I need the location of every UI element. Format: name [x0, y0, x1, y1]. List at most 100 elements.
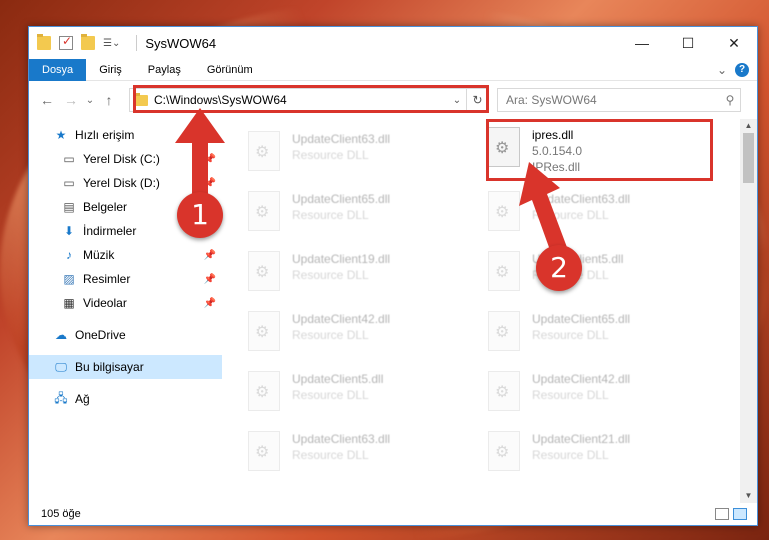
tiles-view-icon[interactable] — [733, 508, 747, 520]
window-controls: — ☐ ✕ — [619, 27, 757, 59]
window-title: SysWOW64 — [145, 35, 217, 51]
file-type: Resource DLL — [292, 208, 369, 222]
file-item[interactable]: UpdateClient42.dll Resource DLL — [248, 305, 480, 363]
tab-gorunum[interactable]: Görünüm — [194, 59, 266, 81]
search-icon[interactable]: ⚲ — [720, 93, 740, 107]
pictures-icon: ▨ — [63, 272, 75, 286]
item-count: 105 öğe — [41, 508, 81, 520]
sidebar-item-label: Yerel Disk (D:) — [83, 176, 160, 190]
close-button[interactable]: ✕ — [711, 27, 757, 59]
sidebar-item-label: Hızlı erişim — [75, 128, 135, 142]
minimize-button[interactable]: — — [619, 27, 665, 59]
sidebar-item-resimler[interactable]: ▨ Resimler 📌 — [29, 267, 222, 291]
dll-file-icon — [248, 431, 280, 471]
file-item[interactable]: UpdateClient42.dll Resource DLL — [488, 365, 720, 423]
file-type: Resource DLL — [292, 388, 369, 402]
file-type: Resource DLL — [532, 328, 609, 342]
content-area: ★ Hızlı erişim ▭ Yerel Disk (C:) 📌 ▭ Yer… — [29, 119, 757, 503]
file-name: UpdateClient42.dll — [292, 312, 391, 326]
file-item[interactable]: UpdateClient5.dll Resource DLL — [248, 365, 480, 423]
file-item[interactable]: UpdateClient21.dll Resource DLL — [488, 425, 720, 483]
search-placeholder: Ara: SysWOW64 — [506, 93, 597, 107]
sidebar-item-label: Müzik — [83, 248, 115, 262]
sidebar-item-this-pc[interactable]: 🖵 Bu bilgisayar — [29, 355, 222, 379]
dll-file-icon — [248, 131, 280, 171]
file-name: UpdateClient65.dll — [532, 312, 631, 326]
file-list: UpdateClient63.dll Resource DLL UpdateCli… — [222, 119, 757, 503]
sidebar-item-label: Videolar — [83, 296, 127, 310]
ribbon-tabs: Dosya Giriş Paylaş Görünüm ⌄ ? — [29, 58, 757, 81]
pin-icon: 📌 — [203, 273, 216, 285]
scroll-up-icon[interactable]: ▲ — [740, 119, 757, 133]
dll-file-icon — [488, 311, 520, 351]
file-item[interactable]: UpdateClient65.dll Resource DLL — [248, 185, 480, 243]
file-item[interactable]: UpdateClient65.dll Resource DLL — [488, 305, 720, 363]
forward-button[interactable]: → — [59, 92, 83, 108]
dll-file-icon — [248, 251, 280, 291]
vertical-scrollbar[interactable]: ▲ ▼ — [740, 119, 757, 503]
sidebar-item-label: Belgeler — [83, 200, 128, 214]
tab-giris[interactable]: Giriş — [86, 59, 135, 81]
file-type: Resource DLL — [292, 328, 369, 342]
scroll-down-icon[interactable]: ▼ — [740, 489, 757, 503]
sidebar-item-videolar[interactable]: ▦ Videolar 📌 — [29, 291, 222, 315]
scroll-thumb[interactable] — [743, 133, 754, 183]
tab-dosya[interactable]: Dosya — [29, 58, 87, 81]
file-name: UpdateClient65.dll — [292, 192, 391, 206]
maximize-button[interactable]: ☐ — [665, 27, 711, 59]
sidebar-item-label: Resimler — [83, 272, 131, 286]
details-view-icon[interactable] — [715, 508, 729, 520]
dll-file-icon — [488, 371, 520, 411]
help-icon[interactable]: ? — [735, 62, 749, 77]
dll-file-icon — [488, 431, 520, 471]
file-type: Resource DLL — [532, 448, 609, 462]
file-item[interactable]: UpdateClient63.dll Resource DLL — [248, 425, 480, 483]
star-icon: ★ — [55, 128, 67, 142]
search-input[interactable]: Ara: SysWOW64 ⚲ — [497, 88, 741, 112]
title-separator — [136, 35, 138, 51]
file-item[interactable]: UpdateClient63.dll Resource DLL — [248, 125, 480, 183]
folder-icon — [37, 34, 51, 50]
title-bar: ☰⌄ SysWOW64 — ☐ ✕ — [29, 27, 757, 59]
videos-icon: ▦ — [63, 296, 75, 310]
up-button[interactable]: ↑ — [97, 92, 121, 108]
file-item[interactable]: UpdateClient19.dll Resource DLL — [248, 245, 480, 303]
sidebar-item-network[interactable]: 🖧 Ağ — [29, 387, 222, 411]
file-type: Resource DLL — [292, 448, 369, 462]
tab-paylas[interactable]: Paylaş — [135, 59, 194, 81]
file-name: UpdateClient63.dll — [292, 132, 391, 146]
network-icon: 🖧 — [54, 390, 68, 405]
sidebar-item-label: İndirmeler — [83, 224, 137, 238]
computer-icon: 🖵 — [55, 359, 67, 374]
status-bar: 105 öğe — [29, 503, 757, 525]
documents-icon: ▤ — [63, 200, 75, 214]
cloud-icon: ☁ — [55, 328, 67, 342]
file-name: UpdateClient5.dll — [292, 372, 384, 386]
sidebar-item-muzik[interactable]: ♪ Müzik 📌 — [29, 243, 222, 267]
drive-icon: ▭ — [63, 176, 75, 190]
step-badge-2: 2 — [536, 245, 582, 291]
new-folder-icon[interactable] — [81, 34, 95, 50]
file-name: UpdateClient19.dll — [292, 252, 391, 266]
pin-icon: 📌 — [203, 297, 216, 309]
drive-icon: ▭ — [63, 152, 75, 166]
file-name: UpdateClient63.dll — [292, 432, 391, 446]
sidebar-item-label: Bu bilgisayar — [75, 360, 144, 374]
dll-file-icon — [248, 191, 280, 231]
file-type: Resource DLL — [292, 268, 369, 282]
back-button[interactable]: ← — [35, 92, 59, 108]
step-badge-1: 1 — [177, 192, 223, 238]
download-icon: ⬇ — [63, 224, 75, 238]
sidebar-item-label: OneDrive — [75, 328, 126, 342]
music-icon: ♪ — [66, 248, 72, 262]
customize-toolbar-icon[interactable]: ☰⌄ — [103, 38, 120, 49]
sidebar-item-onedrive[interactable]: ☁ OneDrive — [29, 323, 222, 347]
dll-file-icon — [248, 311, 280, 351]
expand-ribbon-icon[interactable]: ⌄ — [717, 63, 727, 77]
sidebar-item-label: Ağ — [75, 392, 90, 406]
ribbon-right: ⌄ ? — [717, 62, 757, 77]
properties-icon[interactable] — [59, 34, 73, 50]
recent-locations-button[interactable]: ⌄ — [83, 95, 97, 106]
file-name: UpdateClient21.dll — [532, 432, 631, 446]
sidebar-item-label: Yerel Disk (C:) — [83, 152, 160, 166]
